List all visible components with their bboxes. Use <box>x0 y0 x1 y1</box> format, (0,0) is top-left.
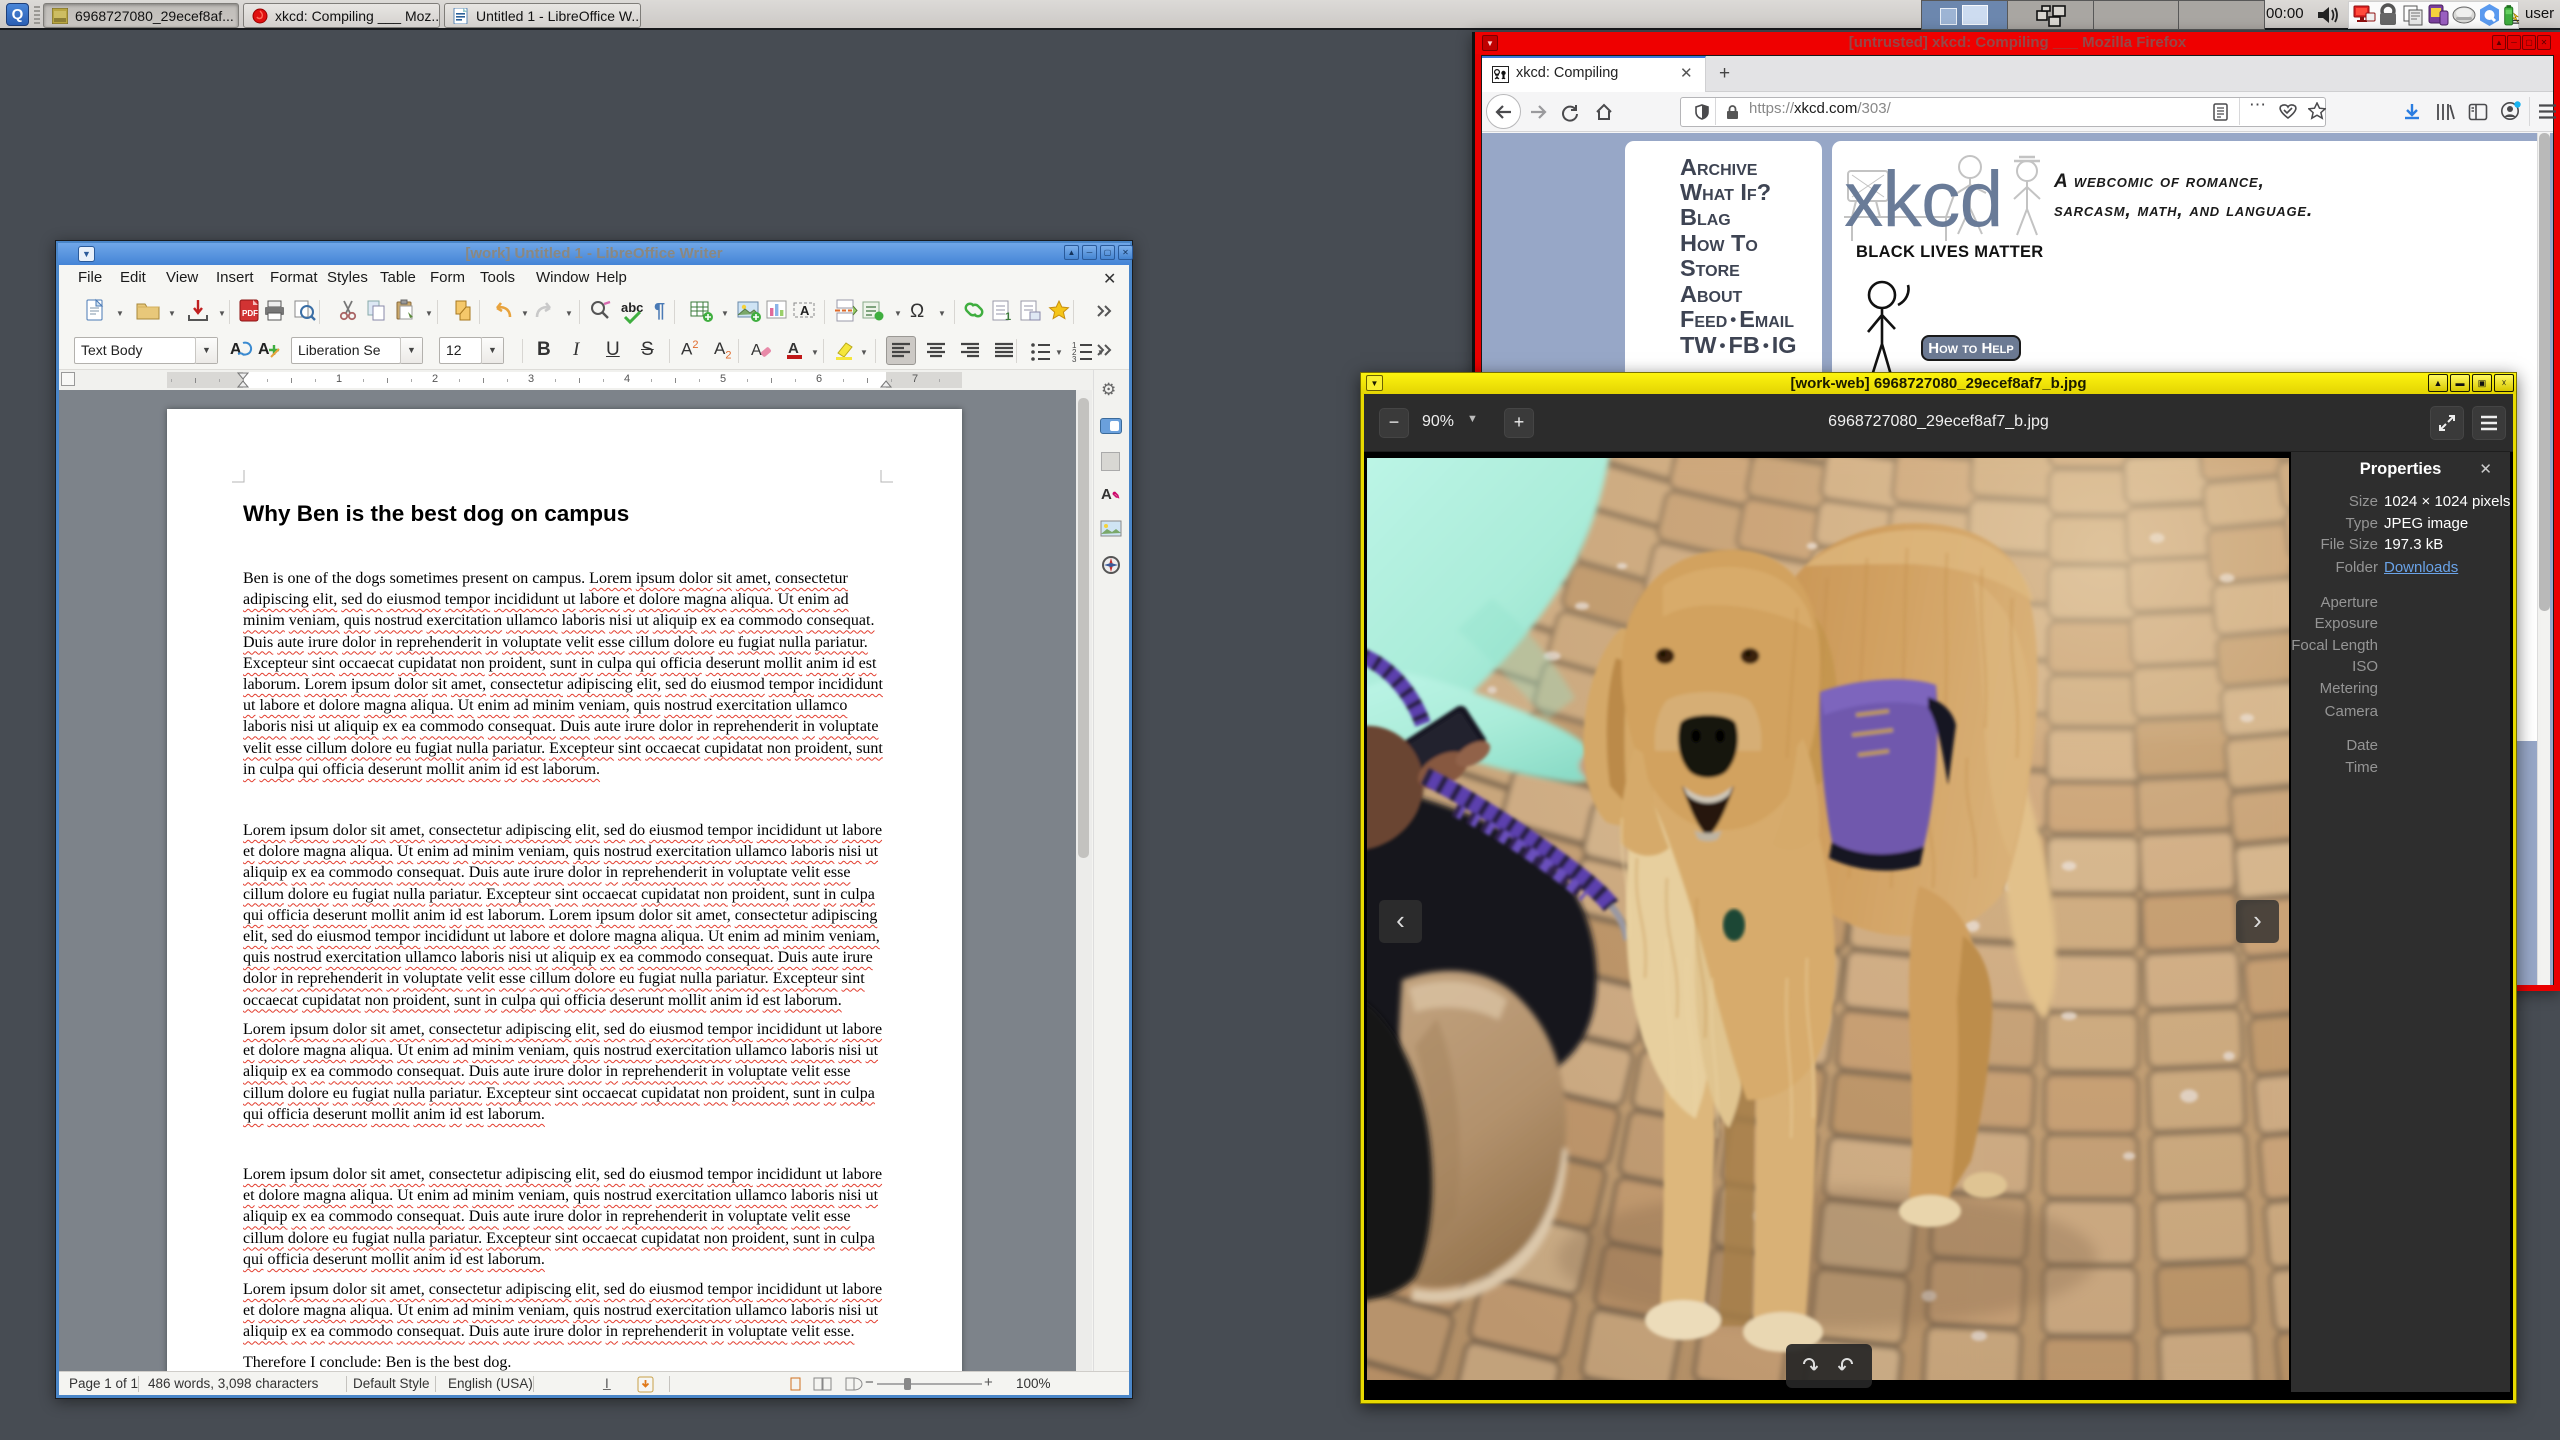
svg-text:A: A <box>751 342 762 359</box>
svg-text:3: 3 <box>1072 355 1077 364</box>
svg-text:Ω: Ω <box>910 301 924 322</box>
svg-text:¶: ¶ <box>654 300 665 322</box>
svg-text:A: A <box>788 340 799 357</box>
svg-text:A: A <box>230 341 242 358</box>
svg-text:A: A <box>258 341 270 358</box>
svg-text:A: A <box>800 303 810 318</box>
svg-text:PDF: PDF <box>242 309 258 318</box>
svg-text:1: 1 <box>1005 311 1011 323</box>
